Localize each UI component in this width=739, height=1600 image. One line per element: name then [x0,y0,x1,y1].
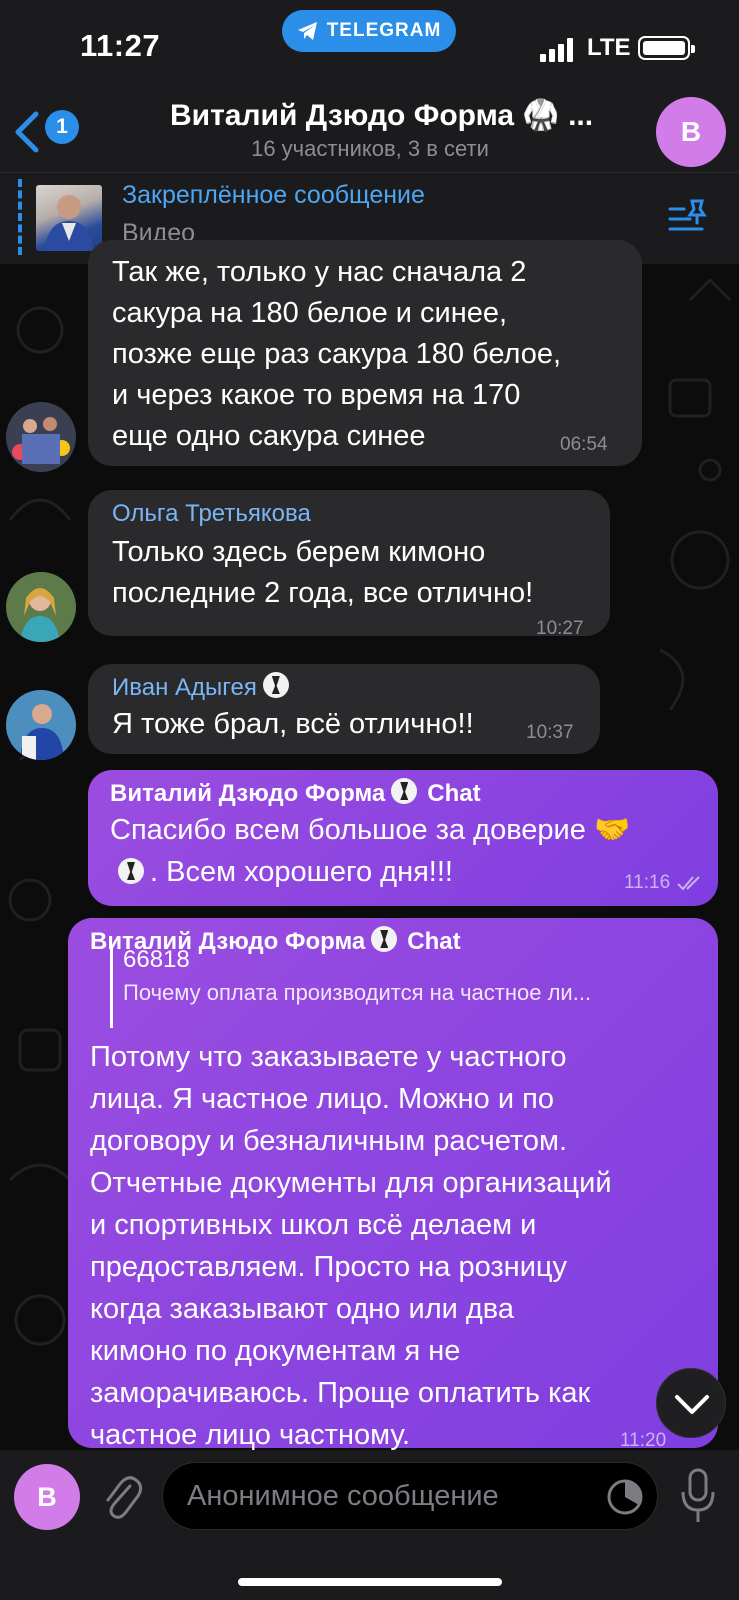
signal-icon [540,38,573,62]
microphone-icon[interactable] [680,1468,716,1524]
message-time: 10:27 [536,618,584,639]
sender-name-text: Иван Адыгея [112,674,257,701]
sender-name-text: Виталий Дзюдо Форма [110,780,386,807]
chat-avatar[interactable]: В [656,97,726,167]
status-bar: 11:27 TELEGRAM LTE [0,0,739,92]
reply-title: 66818 [123,946,190,973]
message-text: Я тоже брал, всё отлично!! [112,708,474,740]
sender-avatar[interactable] [6,690,76,760]
telegram-pill-label: TELEGRAM [326,20,442,41]
pinned-indicator [18,179,22,255]
message-time: 06:54 [560,434,608,455]
kimono-emoji-icon [391,778,418,804]
telegram-icon [297,22,317,40]
message-text-line: Спасибо всем большое за доверие 🤝 [110,814,631,846]
message-time: 11:16 [624,872,671,893]
message-text-line: . Всем хорошего дня!!! [118,852,598,893]
message-text: Так же, только у нас сначала 2 сакура на… [112,256,562,452]
sender-suffix: Chat [427,780,481,807]
unread-badge[interactable]: 1 [45,110,79,144]
composer-bar: В [0,1450,739,1600]
message-input-field[interactable] [162,1462,658,1530]
message-text: Потому что заказываете у частного лица. … [90,1041,612,1451]
scroll-down-button[interactable] [656,1368,726,1438]
message-input[interactable] [187,1473,567,1519]
pinned-video-thumbnail [36,185,102,251]
reply-quote[interactable]: 66818 Почему оплата производится на част… [110,946,690,1028]
sender-name[interactable]: Виталий Дзюдо Форма Chat [110,778,481,808]
battery-icon [638,36,695,60]
pin-list-icon[interactable] [668,197,710,237]
send-as-avatar[interactable]: В [14,1464,80,1530]
telegram-pill[interactable]: TELEGRAM [282,10,456,52]
chat-subtitle[interactable]: 16 участников, 3 в сети [170,136,570,162]
paperclip-icon[interactable] [100,1472,144,1522]
kimono-emoji-icon [262,672,289,698]
sender-name[interactable]: Иван Адыгея [112,672,289,702]
chat-header: 1 Виталий Дзюдо Форма 🥋 ... 16 участнико… [0,92,739,172]
status-time: 11:27 [80,28,161,63]
network-label: LTE [587,34,631,61]
pinned-title: Закреплённое сообщение [122,181,425,209]
sender-avatar[interactable] [6,402,76,472]
reply-text: Почему оплата производится на частное ли… [123,980,592,1005]
chat-title[interactable]: Виталий Дзюдо Форма 🥋 ... [170,98,620,133]
sender-avatar[interactable] [6,572,76,642]
chevron-down-icon [675,1395,709,1414]
message-time: 10:37 [526,722,574,743]
timer-icon[interactable] [605,1477,645,1517]
double-check-icon [677,876,700,891]
sender-name[interactable]: Ольга Третьякова [112,500,311,528]
message-text: Только здесь берем кимоно последние 2 го… [112,536,534,609]
kimono-emoji-icon [118,858,144,884]
home-indicator [238,1578,502,1586]
